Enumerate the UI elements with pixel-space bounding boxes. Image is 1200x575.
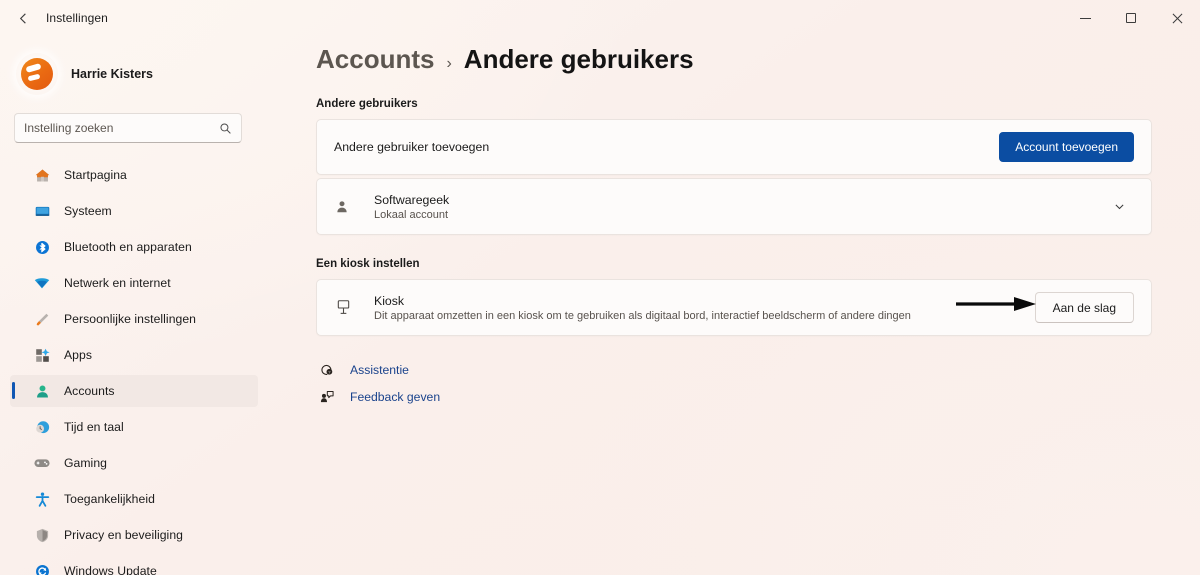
sidebar-item-systeem[interactable]: Systeem bbox=[10, 195, 258, 227]
search-box[interactable] bbox=[14, 113, 242, 143]
update-icon bbox=[32, 561, 52, 575]
kiosk-get-started-button[interactable]: Aan de slag bbox=[1034, 292, 1134, 323]
breadcrumb: Accounts › Andere gebruikers bbox=[316, 44, 1152, 75]
wifi-icon bbox=[32, 273, 52, 293]
gamepad-icon bbox=[32, 453, 52, 473]
apps-icon bbox=[32, 345, 52, 365]
search-input[interactable] bbox=[24, 121, 219, 135]
feedback-icon bbox=[316, 389, 338, 405]
sidebar-item-label: Systeem bbox=[64, 204, 112, 218]
clock-icon bbox=[32, 417, 52, 437]
add-account-button[interactable]: Account toevoegen bbox=[999, 132, 1134, 162]
sidebar-item-toegankelijkheid[interactable]: Toegankelijkheid bbox=[10, 483, 258, 515]
sidebar-item-label: Accounts bbox=[64, 384, 115, 398]
sidebar-item-apps[interactable]: Apps bbox=[10, 339, 258, 371]
window-controls bbox=[1062, 0, 1200, 36]
main-content: Accounts › Andere gebruikers Andere gebr… bbox=[268, 36, 1200, 575]
sidebar-item-gaming[interactable]: Gaming bbox=[10, 447, 258, 479]
sidebar-item-label: Apps bbox=[64, 348, 92, 362]
avatar bbox=[16, 53, 58, 95]
maximize-button[interactable] bbox=[1108, 0, 1154, 36]
help-link-label[interactable]: Assistentie bbox=[350, 363, 409, 377]
accessibility-icon bbox=[32, 489, 52, 509]
add-user-label: Andere gebruiker toevoegen bbox=[334, 140, 490, 154]
account-card[interactable]: Softwaregeek Lokaal account bbox=[316, 178, 1152, 235]
title-bar: Instellingen bbox=[0, 0, 1200, 36]
kiosk-card: Kiosk Dit apparaat omzetten in een kiosk… bbox=[316, 279, 1152, 336]
sidebar-item-persoonlijke-instellingen[interactable]: Persoonlijke instellingen bbox=[10, 303, 258, 335]
sidebar-item-label: Startpagina bbox=[64, 168, 127, 182]
settings-window: Instellingen Harrie Kisters Instelling z… bbox=[0, 0, 1200, 575]
add-user-card: Andere gebruiker toevoegen Account toevo… bbox=[316, 119, 1152, 175]
sidebar-item-accounts[interactable]: Accounts bbox=[10, 375, 258, 407]
kiosk-text: Kiosk Dit apparaat omzetten in een kiosk… bbox=[374, 294, 1035, 322]
kiosk-title: Kiosk bbox=[374, 293, 405, 308]
shield-icon bbox=[32, 525, 52, 545]
sidebar-item-label: Netwerk en internet bbox=[64, 276, 171, 290]
sidebar-item-label: Windows Update bbox=[64, 564, 157, 575]
kiosk-row: Kiosk Dit apparaat omzetten in een kiosk… bbox=[317, 280, 1151, 335]
close-button[interactable] bbox=[1154, 0, 1200, 36]
home-icon bbox=[32, 165, 52, 185]
help-link-row[interactable]: ? Assistentie bbox=[316, 356, 1152, 383]
minimize-button[interactable] bbox=[1062, 0, 1108, 36]
add-user-row: Andere gebruiker toevoegen Account toevo… bbox=[317, 120, 1151, 174]
add-user-text: Andere gebruiker toevoegen bbox=[334, 140, 999, 154]
sidebar-item-label: Toegankelijkheid bbox=[64, 492, 155, 506]
section-title-other-users: Andere gebruikers bbox=[316, 98, 418, 110]
sidebar-item-netwerk[interactable]: Netwerk en internet bbox=[10, 267, 258, 299]
breadcrumb-separator: › bbox=[446, 55, 452, 72]
sidebar-item-label: Bluetooth en apparaten bbox=[64, 240, 192, 254]
window-title: Instellingen bbox=[46, 11, 108, 25]
kiosk-description: Dit apparaat omzetten in een kiosk om te… bbox=[374, 309, 911, 322]
section-title-kiosk: Een kiosk instellen bbox=[316, 258, 420, 270]
kiosk-display-icon bbox=[334, 298, 360, 317]
profile[interactable]: Harrie Kisters bbox=[16, 48, 268, 100]
account-name: Softwaregeek bbox=[374, 192, 450, 207]
system-icon bbox=[32, 201, 52, 221]
footer-links: ? Assistentie Feedback geven bbox=[316, 356, 1152, 410]
sidebar-item-tijd-en-taal[interactable]: Tijd en taal bbox=[10, 411, 258, 443]
person-icon bbox=[32, 381, 52, 401]
brush-icon bbox=[32, 309, 52, 329]
sidebar-item-windows-update[interactable]: Windows Update bbox=[10, 555, 258, 575]
person-icon bbox=[334, 199, 360, 215]
sidebar: Harrie Kisters Startpagina bbox=[0, 36, 268, 575]
feedback-link-row[interactable]: Feedback geven bbox=[316, 383, 1152, 410]
sidebar-item-startpagina[interactable]: Startpagina bbox=[10, 159, 258, 191]
breadcrumb-parent[interactable]: Accounts bbox=[316, 44, 434, 75]
sidebar-item-label: Persoonlijke instellingen bbox=[64, 312, 197, 326]
sidebar-item-privacy[interactable]: Privacy en beveiliging bbox=[10, 519, 258, 551]
back-button[interactable] bbox=[6, 3, 40, 33]
profile-name: Harrie Kisters bbox=[71, 67, 153, 81]
help-icon: ? bbox=[316, 362, 338, 378]
chevron-down-icon[interactable] bbox=[1104, 192, 1134, 222]
page-title: Andere gebruikers bbox=[463, 44, 694, 74]
table-row[interactable]: Softwaregeek Lokaal account bbox=[317, 179, 1151, 234]
feedback-link-label[interactable]: Feedback geven bbox=[350, 390, 440, 404]
other-users-cards: Andere gebruiker toevoegen Account toevo… bbox=[316, 119, 1152, 235]
account-type: Lokaal account bbox=[374, 208, 448, 221]
sidebar-nav: Startpagina Systeem Bluetooth en apparat… bbox=[0, 159, 268, 575]
search-icon bbox=[219, 122, 232, 135]
sidebar-item-label: Tijd en taal bbox=[64, 420, 124, 434]
account-text: Softwaregeek Lokaal account bbox=[374, 193, 1104, 221]
sidebar-item-label: Gaming bbox=[64, 456, 107, 470]
sidebar-item-bluetooth[interactable]: Bluetooth en apparaten bbox=[10, 231, 258, 263]
sidebar-item-label: Privacy en beveiliging bbox=[64, 528, 183, 542]
bluetooth-icon bbox=[32, 237, 52, 257]
